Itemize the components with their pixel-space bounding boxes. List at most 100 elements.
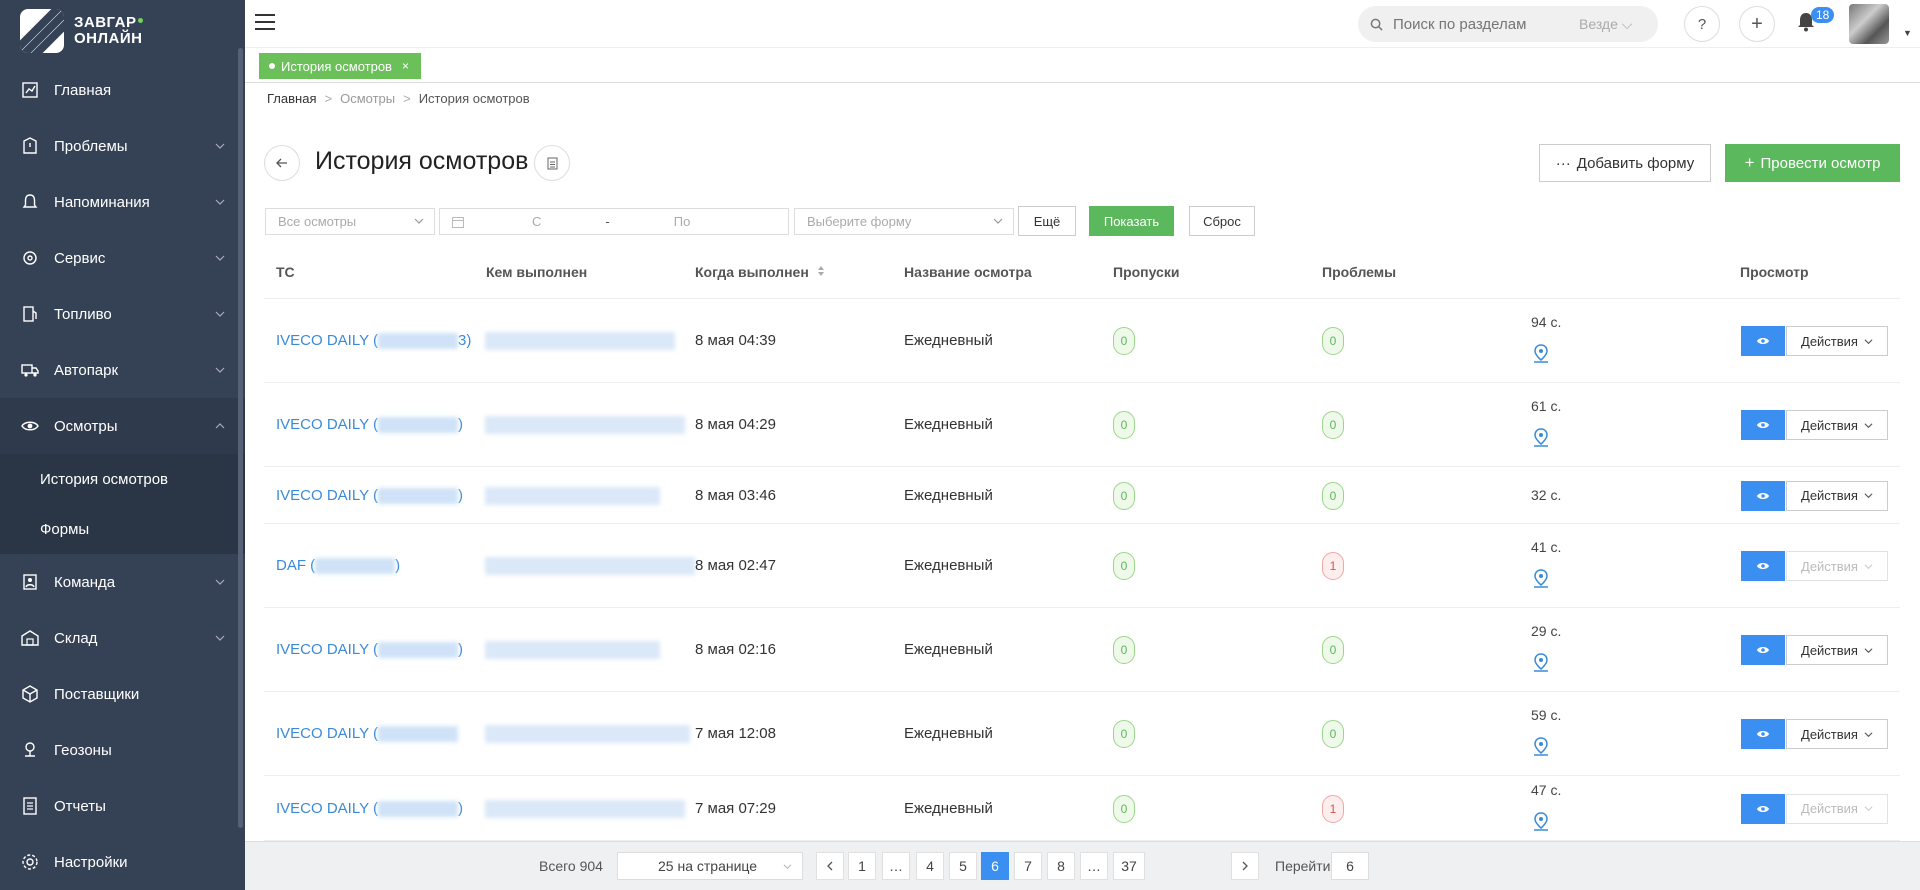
page-ellipsis[interactable]: … (1080, 852, 1108, 880)
avatar-caret-icon[interactable]: ▼ (1903, 28, 1912, 38)
more-filters-button[interactable]: Ещё (1018, 206, 1076, 236)
page-button[interactable]: 5 (949, 852, 977, 880)
problems-count[interactable]: 1 (1322, 794, 1344, 823)
vehicle-link[interactable]: IVECO DAILY () (276, 487, 463, 504)
page-button[interactable]: 7 (1014, 852, 1042, 880)
sidebar-subitem-1[interactable]: Формы (0, 504, 245, 554)
sidebar-item-8[interactable]: Склад (0, 610, 245, 666)
view-button[interactable] (1741, 719, 1785, 749)
actions-dropdown-button[interactable]: Действия (1786, 635, 1888, 665)
performer-redacted (485, 641, 660, 659)
sidebar-item-label: Настройки (54, 853, 128, 871)
search-input[interactable] (1393, 15, 1573, 33)
per-page-select[interactable]: 25 на странице (617, 852, 803, 880)
add-form-button[interactable]: ··· Добавить форму (1539, 144, 1711, 182)
prev-page-button[interactable] (816, 852, 844, 880)
topbar: Везде ⌵ ? + 18 ▼ (245, 0, 1920, 48)
sort-icon[interactable] (817, 265, 825, 277)
sidebar-item-12[interactable]: Настройки (0, 834, 245, 890)
reset-button[interactable]: Сброс (1189, 206, 1255, 236)
vehicle-link[interactable]: IVECO DAILY ( (276, 725, 458, 743)
problems-count[interactable]: 1 (1322, 552, 1344, 580)
actions-dropdown-button[interactable]: Действия (1786, 719, 1888, 749)
help-button[interactable]: ? (1684, 6, 1720, 42)
view-button[interactable] (1741, 326, 1785, 356)
breadcrumb-home[interactable]: Главная (267, 91, 316, 106)
duration: 32 с. (1531, 486, 1562, 503)
vehicle-link[interactable]: IVECO DAILY (3) (276, 332, 471, 350)
sidebar-item-10[interactable]: Геозоны (0, 722, 245, 778)
sidebar-item-11[interactable]: Отчеты (0, 778, 245, 834)
view-button[interactable] (1741, 410, 1785, 440)
sidebar-item-label: Отчеты (54, 797, 106, 815)
inspections-filter-select[interactable]: Все осмотры (265, 208, 435, 235)
tab-inspection-history[interactable]: История осмотров × (259, 53, 421, 79)
sidebar-item-2[interactable]: Напоминания (0, 174, 245, 230)
sidebar-scrollbar[interactable] (238, 48, 243, 828)
problems-count[interactable]: 0 (1322, 411, 1344, 439)
problems-count[interactable]: 0 (1322, 636, 1344, 664)
conduct-inspection-button[interactable]: + Провести осмотр (1725, 144, 1900, 182)
duration: 47 с. (1531, 781, 1562, 798)
add-button[interactable]: + (1739, 6, 1775, 42)
problems-count[interactable]: 0 (1322, 327, 1344, 355)
location-pin-icon[interactable] (1532, 811, 1550, 836)
sidebar-item-5[interactable]: Автопарк (0, 342, 245, 398)
actions-dropdown-button[interactable]: Действия (1786, 326, 1888, 356)
date-range-picker[interactable]: С - По (439, 208, 789, 235)
document-button[interactable] (534, 145, 570, 181)
sidebar-item-6[interactable]: Осмотры (0, 398, 245, 454)
problems-count[interactable]: 0 (1322, 720, 1344, 748)
location-pin-icon[interactable] (1532, 569, 1550, 593)
sidebar-item-label: Поставщики (54, 685, 140, 703)
page-button[interactable]: 6 (981, 852, 1009, 880)
location-pin-icon[interactable] (1532, 428, 1550, 452)
actions-dropdown-button[interactable]: Действия (1786, 480, 1888, 511)
view-button[interactable] (1741, 793, 1785, 824)
sidebar-item-7[interactable]: Команда (0, 554, 245, 610)
sidebar-item-label: Топливо (54, 305, 112, 323)
page-button[interactable]: 4 (916, 852, 944, 880)
page-ellipsis[interactable]: … (882, 852, 910, 880)
goto-page-input[interactable]: 6 (1331, 852, 1369, 880)
location-pin-icon[interactable] (1532, 344, 1550, 368)
page-button[interactable]: 8 (1047, 852, 1075, 880)
view-button[interactable] (1741, 551, 1785, 581)
search-scope[interactable]: Везде ⌵ (1579, 16, 1632, 33)
location-pin-icon[interactable] (1532, 737, 1550, 761)
vehicle-link[interactable]: IVECO DAILY () (276, 416, 463, 434)
page-button[interactable]: 37 (1113, 852, 1145, 880)
vehicle-link[interactable]: IVECO DAILY () (276, 800, 463, 817)
date-from[interactable]: С (532, 214, 541, 229)
col-header-performed-at[interactable]: Когда выполнен (695, 264, 825, 280)
menu-toggle-icon[interactable] (255, 14, 275, 32)
sidebar-item-4[interactable]: Топливо (0, 286, 245, 342)
actions-dropdown-button[interactable]: Действия (1786, 410, 1888, 440)
eye-icon (1757, 647, 1769, 653)
problems-count[interactable]: 0 (1322, 481, 1344, 510)
sidebar-subitem-0[interactable]: История осмотров (0, 454, 245, 504)
view-button[interactable] (1741, 480, 1785, 511)
user-avatar[interactable] (1849, 4, 1889, 44)
sidebar-item-1[interactable]: Проблемы (0, 118, 245, 174)
vehicle-link[interactable]: DAF () (276, 557, 400, 575)
page-button[interactable]: 1 (848, 852, 876, 880)
tab-close-icon[interactable]: × (402, 59, 409, 73)
vehicle-link[interactable]: IVECO DAILY () (276, 641, 463, 659)
sidebar-item-9[interactable]: Поставщики (0, 666, 245, 722)
show-button[interactable]: Показать (1089, 206, 1174, 236)
sidebar-item-3[interactable]: Сервис (0, 230, 245, 286)
next-page-button[interactable] (1231, 852, 1259, 880)
date-to[interactable]: По (674, 214, 691, 229)
logo[interactable]: ЗАВГАР ОНЛАЙН (0, 0, 245, 62)
search-box[interactable]: Везде ⌵ (1358, 6, 1658, 42)
view-button[interactable] (1741, 635, 1785, 665)
actions-dropdown-button[interactable]: Действия (1786, 551, 1888, 581)
actions-dropdown-button[interactable]: Действия (1786, 793, 1888, 824)
sidebar-item-0[interactable]: Главная (0, 62, 245, 118)
breadcrumb-section[interactable]: Осмотры (340, 91, 395, 106)
location-pin-icon[interactable] (1532, 653, 1550, 677)
back-button[interactable] (264, 145, 300, 181)
inspection-name: Ежедневный (904, 557, 993, 574)
form-select[interactable]: Выберите форму (794, 208, 1014, 235)
